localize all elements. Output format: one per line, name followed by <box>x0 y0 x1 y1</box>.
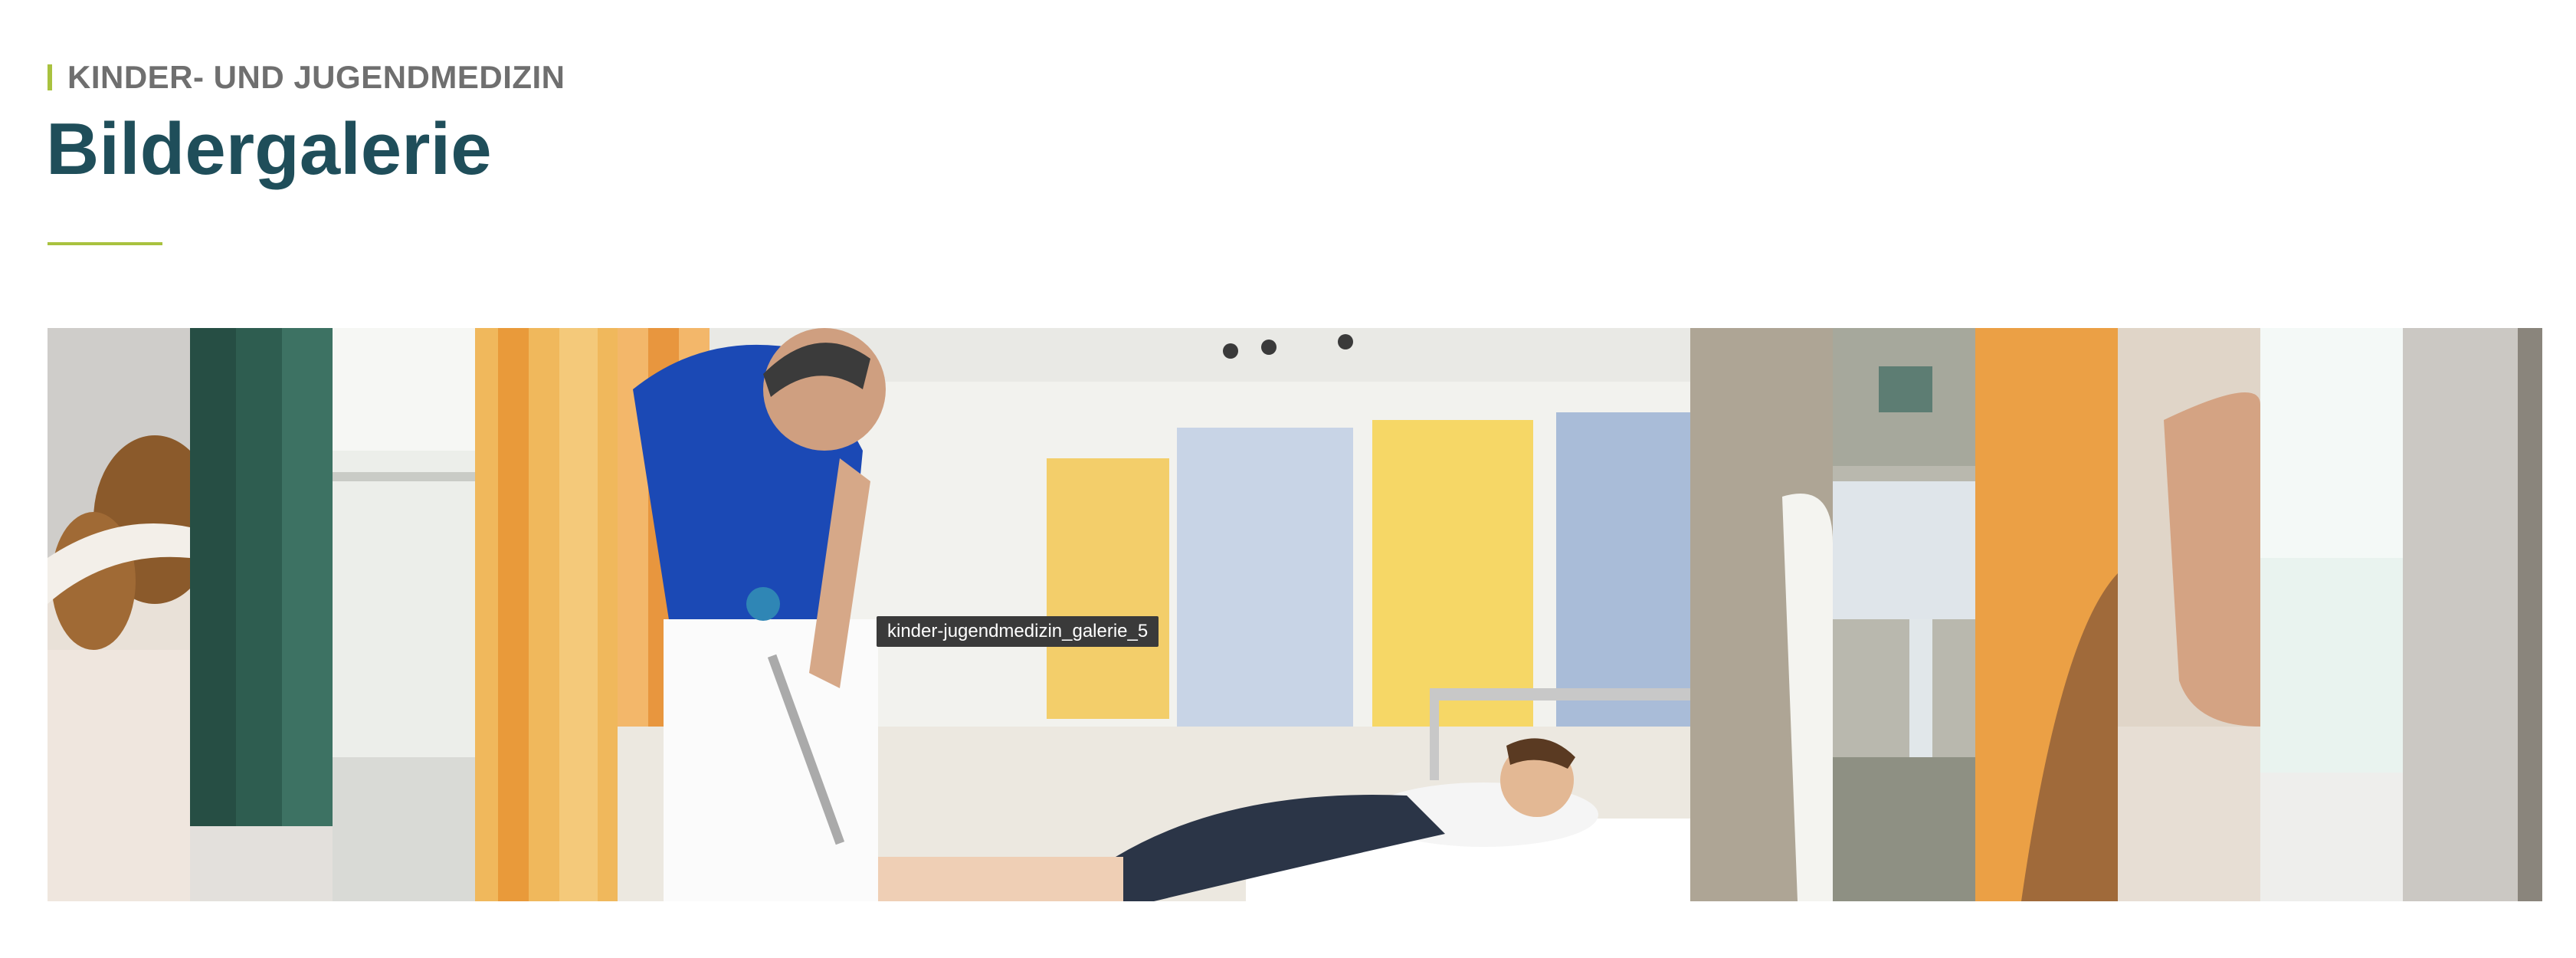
gallery-item-1[interactable] <box>48 328 190 901</box>
title-divider <box>48 242 162 245</box>
gallery-item-6[interactable] <box>1690 328 1833 901</box>
gallery-item-2[interactable] <box>190 328 333 901</box>
gallery-item-5[interactable] <box>618 328 1690 901</box>
gallery-item-11[interactable] <box>2403 328 2542 901</box>
gallery-item-4[interactable] <box>475 328 618 901</box>
gallery-item-9[interactable] <box>2118 328 2260 901</box>
section-eyebrow: KINDER- UND JUGENDMEDIZIN <box>48 58 565 97</box>
page-title: Bildergalerie <box>46 108 492 190</box>
eyebrow-label: KINDER- UND JUGENDMEDIZIN <box>67 59 565 95</box>
gallery-item-10[interactable] <box>2260 328 2403 901</box>
gallery-item-8[interactable] <box>1975 328 2118 901</box>
gallery-item-7[interactable] <box>1833 328 1975 901</box>
image-tooltip: kinder-jugendmedizin_galerie_5 <box>877 616 1159 647</box>
image-gallery <box>48 328 2542 901</box>
eyebrow-accent-bar <box>48 64 52 90</box>
gallery-item-3[interactable] <box>333 328 475 901</box>
